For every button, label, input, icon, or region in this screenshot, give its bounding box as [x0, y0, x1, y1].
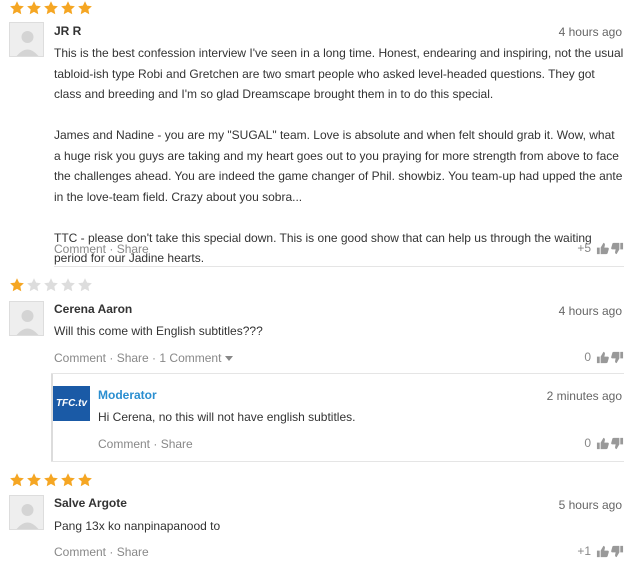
star-icon — [60, 277, 76, 293]
divider — [51, 461, 624, 462]
comment-link[interactable]: Comment — [54, 351, 106, 365]
comment-link[interactable]: Comment — [98, 437, 150, 451]
rating-stars — [9, 277, 93, 293]
comment-body: Pang 13x ko nanpinapanood to — [54, 519, 221, 533]
separator-dot: · — [106, 242, 117, 256]
chevron-down-icon — [225, 356, 234, 362]
vote-count: 0 — [584, 436, 591, 450]
vote-controls: 0 — [584, 436, 624, 450]
star-icon — [60, 0, 76, 16]
rating-stars — [9, 472, 93, 488]
star-icon — [77, 0, 93, 16]
comment-link[interactable]: Comment — [54, 545, 106, 559]
comment-author[interactable]: Salve Argote — [54, 496, 127, 510]
star-icon — [60, 472, 76, 488]
comment-paragraph: James and Nadine - you are my "SUGAL" te… — [54, 128, 623, 204]
star-icon — [77, 277, 93, 293]
comment-actions: Comment · Share · 1 Comment — [54, 351, 234, 365]
share-link[interactable]: Share — [117, 545, 149, 559]
star-icon — [9, 0, 25, 16]
vote-count: +5 — [577, 241, 591, 255]
thumbs-up-icon[interactable] — [596, 545, 609, 558]
comment-body: This is the best confession interview I'… — [54, 43, 624, 269]
replies-count: 1 Comment — [159, 351, 222, 365]
replies-toggle[interactable]: 1 Comment — [159, 351, 234, 365]
star-icon — [9, 277, 25, 293]
vote-controls: 0 — [584, 350, 624, 364]
separator-dot: · — [106, 545, 117, 559]
reply-actions: Comment · Share — [98, 437, 193, 451]
comment-author[interactable]: Cerena Aaron — [54, 302, 132, 316]
comment-actions: Comment · Share — [54, 242, 149, 256]
star-icon — [9, 472, 25, 488]
comment-author[interactable]: JR R — [54, 24, 81, 38]
tfc-logo[interactable]: TFC.tv — [53, 386, 90, 421]
comment-time: 4 hours ago — [558, 25, 622, 39]
thumbs-up-icon[interactable] — [596, 242, 609, 255]
thumbs-down-icon[interactable] — [611, 545, 624, 558]
avatar[interactable] — [9, 301, 44, 336]
comment-actions: Comment · Share — [54, 545, 149, 559]
share-link[interactable]: Share — [161, 437, 193, 451]
user-placeholder-icon — [10, 496, 43, 529]
thumbs-down-icon[interactable] — [611, 351, 624, 364]
vote-controls: +5 — [577, 241, 624, 255]
divider — [54, 266, 624, 267]
vote-count: 0 — [584, 350, 591, 364]
reply-body: Hi Cerena, no this will not have english… — [98, 410, 356, 424]
star-icon — [43, 277, 59, 293]
avatar[interactable] — [9, 22, 44, 57]
avatar[interactable] — [9, 495, 44, 530]
share-link[interactable]: Share — [117, 351, 149, 365]
star-icon — [77, 472, 93, 488]
comment-time: 5 hours ago — [558, 498, 622, 512]
star-icon — [26, 0, 42, 16]
separator-dot: · — [150, 437, 161, 451]
comment-body: Will this come with English subtitles??? — [54, 324, 263, 338]
rating-stars — [9, 0, 93, 16]
comment-link[interactable]: Comment — [54, 242, 106, 256]
thumbs-up-icon[interactable] — [596, 437, 609, 450]
thumbs-down-icon[interactable] — [611, 437, 624, 450]
divider — [51, 373, 624, 374]
star-icon — [26, 277, 42, 293]
thumbs-down-icon[interactable] — [611, 242, 624, 255]
user-placeholder-icon — [10, 23, 43, 56]
user-placeholder-icon — [10, 302, 43, 335]
moderator-author[interactable]: Moderator — [98, 388, 157, 402]
separator-dot: · — [148, 351, 160, 365]
share-link[interactable]: Share — [117, 242, 149, 256]
thumbs-up-icon[interactable] — [596, 351, 609, 364]
vote-count: +1 — [577, 544, 591, 558]
star-icon — [26, 472, 42, 488]
vote-controls: +1 — [577, 544, 624, 558]
reply-time: 2 minutes ago — [546, 389, 622, 403]
comment-time: 4 hours ago — [558, 304, 622, 318]
star-icon — [43, 472, 59, 488]
comment-paragraph: This is the best confession interview I'… — [54, 46, 624, 101]
separator-dot: · — [106, 351, 117, 365]
star-icon — [43, 0, 59, 16]
